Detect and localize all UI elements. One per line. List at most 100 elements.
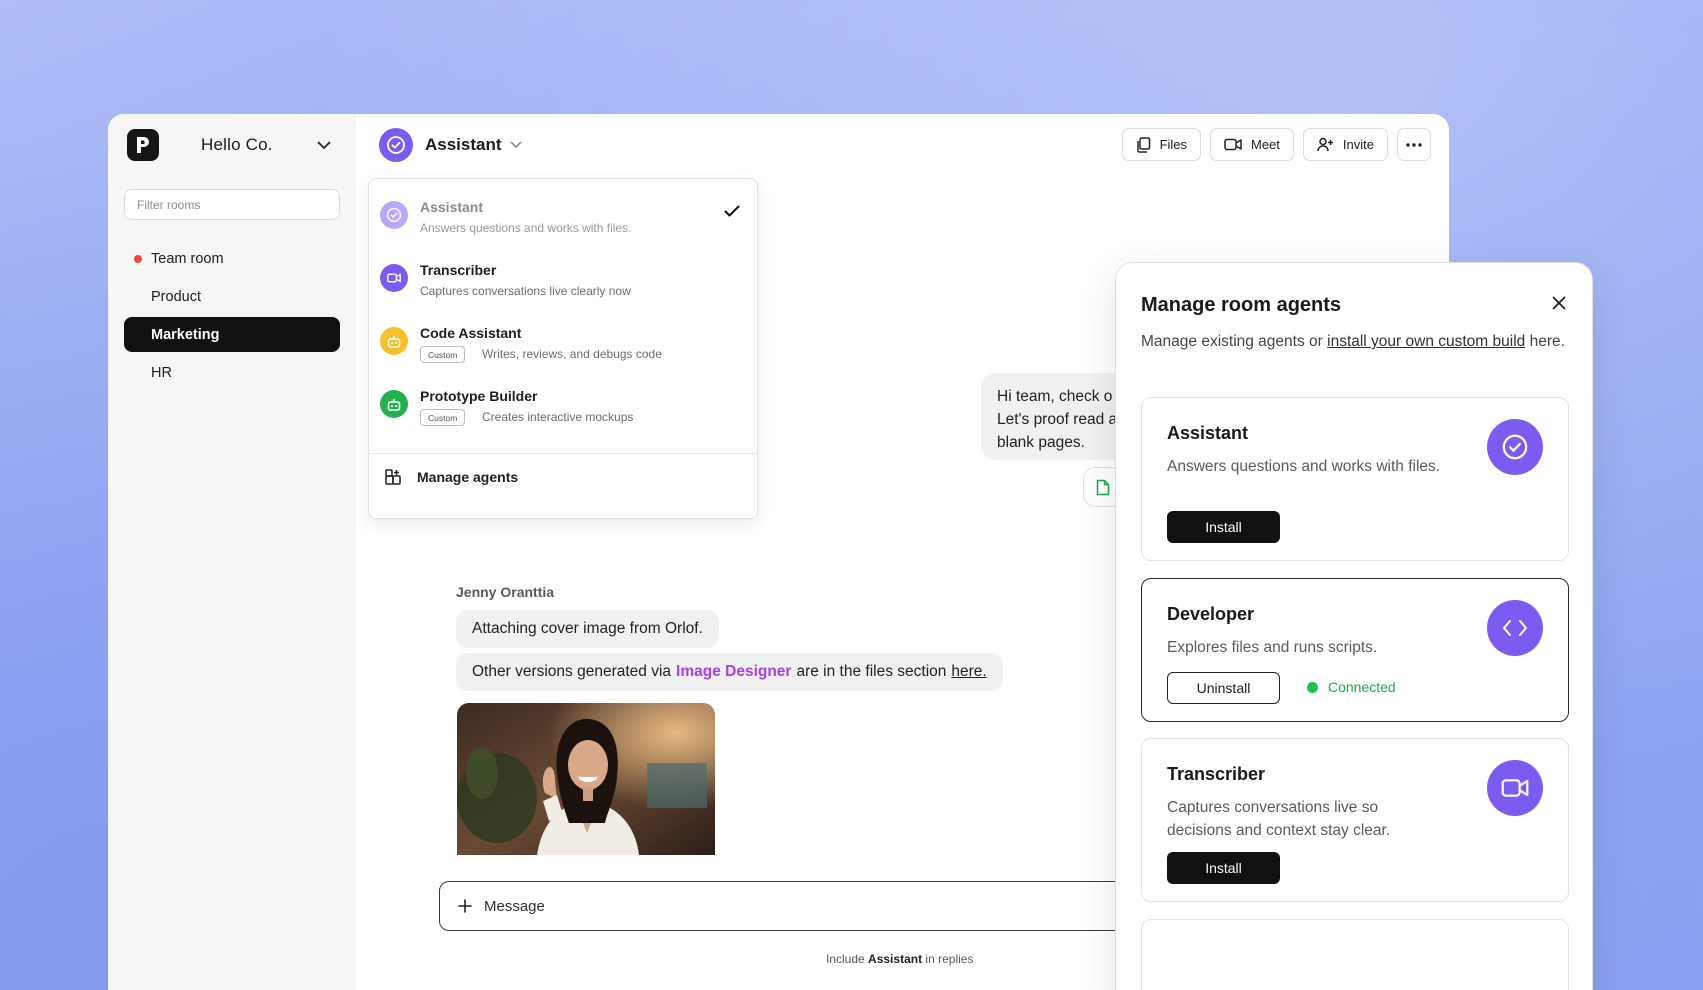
room-item-marketing[interactable]: Marketing bbox=[124, 317, 340, 352]
check-circle-icon bbox=[379, 128, 413, 162]
room-label: HR bbox=[151, 364, 172, 381]
panel-subtitle: Manage existing agents or install your o… bbox=[1141, 330, 1571, 353]
menu-item-code-assistant[interactable]: Code Assistant Custom Writes, reviews, a… bbox=[380, 317, 746, 369]
close-icon[interactable] bbox=[1552, 296, 1566, 310]
install-button[interactable]: Install bbox=[1167, 511, 1280, 543]
invite-button[interactable]: Invite bbox=[1302, 128, 1388, 161]
menu-item-desc: Writes, reviews, and debugs code bbox=[482, 347, 662, 361]
check-circle-icon bbox=[380, 201, 408, 229]
custom-badge: Custom bbox=[420, 346, 466, 363]
unread-indicator bbox=[134, 254, 142, 263]
status-label: Connected bbox=[1328, 679, 1396, 695]
menu-item-name: Assistant bbox=[420, 199, 484, 215]
agent-title: Assistant bbox=[425, 135, 502, 154]
workspace-name: Hello Co. bbox=[201, 135, 273, 154]
menu-item-assistant[interactable]: Assistant Answers questions and works wi… bbox=[380, 191, 746, 243]
room-label: Marketing bbox=[151, 326, 220, 343]
subtitle-text: here. bbox=[1529, 333, 1565, 350]
message-input-placeholder: Message bbox=[484, 897, 545, 915]
menu-item-name: Prototype Builder bbox=[420, 388, 538, 404]
filter-rooms-input[interactable] bbox=[124, 189, 340, 220]
message-bubble: Other versions generated via Image Desig… bbox=[456, 653, 1003, 691]
message-line: blank pages. bbox=[997, 434, 1085, 451]
file-icon bbox=[1096, 479, 1110, 495]
connection-status: Connected bbox=[1307, 679, 1396, 695]
sender-name: Jenny Oranttia bbox=[456, 584, 555, 600]
video-icon bbox=[380, 264, 408, 292]
chevron-down-icon bbox=[317, 141, 331, 149]
agent-card-desc: Captures conversations live so decisions… bbox=[1167, 799, 1391, 839]
message-text: Other versions generated via bbox=[472, 663, 672, 680]
panel-title: Manage room agents bbox=[1141, 294, 1342, 316]
room-item-team-room[interactable]: Team room bbox=[124, 241, 340, 276]
hint-text: in replies bbox=[925, 952, 974, 966]
plus-icon bbox=[458, 899, 472, 913]
hint-agent: Assistant bbox=[868, 952, 923, 966]
install-custom-build-link[interactable]: install your own custom build bbox=[1327, 333, 1525, 350]
message-text: are in the files section bbox=[796, 663, 947, 680]
more-icon bbox=[1406, 142, 1422, 147]
message-bubble: Attaching cover image from Orlof. bbox=[456, 610, 719, 648]
hint-text: Include bbox=[826, 952, 865, 966]
status-dot bbox=[1307, 681, 1318, 693]
message-line: Let's proof read a bbox=[997, 411, 1118, 428]
meet-label: Meet bbox=[1251, 137, 1280, 152]
subtitle-text: Manage existing agents or bbox=[1141, 333, 1323, 350]
files-label: Files bbox=[1159, 137, 1188, 152]
agent-card-desc: Answers questions and works with files. bbox=[1167, 458, 1441, 475]
menu-item-name: Code Assistant bbox=[420, 325, 522, 341]
room-label: Product bbox=[151, 288, 201, 305]
manage-agents-label: Manage agents bbox=[417, 469, 519, 485]
agent-card-assistant: Assistant Answers questions and works wi… bbox=[1141, 397, 1569, 561]
sidebar: Hello Co. Team room Product Marketing HR bbox=[108, 114, 356, 990]
menu-item-desc: Answers questions and works with files. bbox=[420, 221, 632, 235]
here-link[interactable]: here. bbox=[951, 663, 986, 681]
robot-icon bbox=[380, 327, 408, 355]
invite-label: Invite bbox=[1342, 137, 1374, 152]
menu-divider bbox=[369, 453, 757, 454]
workspace-switcher[interactable]: Hello Co. bbox=[127, 129, 337, 161]
robot-icon bbox=[380, 390, 408, 418]
room-item-hr[interactable]: HR bbox=[124, 355, 340, 390]
uninstall-button[interactable]: Uninstall bbox=[1167, 672, 1280, 704]
agent-switcher[interactable]: Assistant bbox=[379, 128, 522, 162]
attached-image[interactable] bbox=[457, 703, 715, 855]
menu-item-desc: Captures conversations live clearly now bbox=[420, 284, 631, 298]
menu-item-prototype-builder[interactable]: Prototype Builder Custom Creates interac… bbox=[380, 380, 746, 432]
chevron-down-icon bbox=[510, 141, 521, 149]
files-button[interactable]: Files bbox=[1121, 128, 1202, 161]
menu-item-desc: Creates interactive mockups bbox=[482, 410, 634, 424]
menu-item-transcriber[interactable]: Transcriber Captures conversations live … bbox=[380, 254, 746, 306]
code-icon bbox=[1487, 600, 1543, 656]
video-icon bbox=[1487, 760, 1543, 816]
checkmark-icon bbox=[724, 205, 740, 217]
header-actions: Files Meet Invite bbox=[1121, 128, 1431, 161]
message-composer[interactable]: Message bbox=[439, 881, 1139, 931]
manage-room-agents-panel: Manage room agents Manage existing agent… bbox=[1115, 262, 1593, 990]
agent-card-transcriber: Transcriber Captures conversations live … bbox=[1141, 738, 1569, 902]
manage-agents-item[interactable]: Manage agents bbox=[385, 469, 518, 485]
grid-plus-icon bbox=[385, 469, 401, 485]
video-icon bbox=[1224, 138, 1242, 151]
agent-card-name: Transcriber bbox=[1167, 764, 1266, 784]
install-button[interactable]: Install bbox=[1167, 852, 1280, 884]
agent-card-developer: Developer Explores files and runs script… bbox=[1141, 578, 1569, 722]
room-list: Team room Product Marketing HR bbox=[124, 241, 340, 393]
room-label: Team room bbox=[151, 250, 224, 267]
agent-card-desc: Explores files and runs scripts. bbox=[1167, 639, 1378, 656]
check-circle-icon bbox=[1487, 419, 1543, 475]
room-item-product[interactable]: Product bbox=[124, 279, 340, 314]
agent-card-name: Assistant bbox=[1167, 423, 1249, 443]
meet-button[interactable]: Meet bbox=[1210, 128, 1294, 161]
menu-item-name: Transcriber bbox=[420, 262, 497, 278]
files-icon bbox=[1136, 136, 1150, 153]
custom-badge: Custom bbox=[420, 409, 466, 426]
message-line: Hi team, check o bbox=[997, 388, 1113, 405]
add-user-icon bbox=[1317, 137, 1333, 152]
more-options-button[interactable] bbox=[1397, 128, 1431, 161]
agent-card-more bbox=[1141, 919, 1569, 990]
agent-mention-link[interactable]: Image Designer bbox=[676, 663, 791, 681]
message-text: Attaching cover image from Orlof. bbox=[472, 620, 703, 637]
app-logo bbox=[127, 129, 159, 161]
agent-card-name: Developer bbox=[1167, 604, 1255, 624]
